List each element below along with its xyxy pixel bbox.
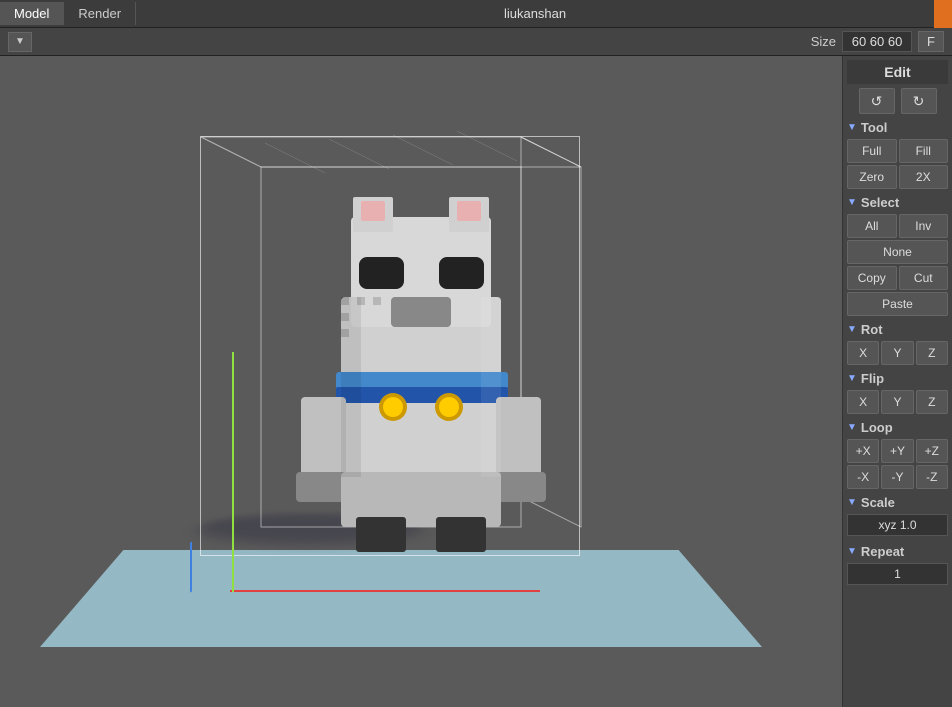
select-row-3: Copy Cut [847,266,948,290]
loop-row-2: -X -Y -Z [847,465,948,489]
redo-button[interactable]: ↻ [901,88,937,114]
right-panel: Edit ↺ ↻ ▼ Tool Full Fill Zero 2X ▼ Sele… [842,56,952,707]
select-section-header: ▼ Select [847,195,948,210]
repeat-section-header: ▼ Repeat [847,544,948,559]
sub-bar: ▼ Size 60 60 60 F [0,28,952,56]
loop-nx-button[interactable]: -X [847,465,879,489]
ground-plane [40,550,762,647]
rot-label: Rot [861,322,883,337]
tool-label: Tool [861,120,887,135]
dropdown-button[interactable]: ▼ [8,32,32,52]
tool-full-button[interactable]: Full [847,139,897,163]
select-inv-button[interactable]: Inv [899,214,949,238]
undo-button[interactable]: ↺ [859,88,895,114]
loop-ny-button[interactable]: -Y [881,465,913,489]
tool-2x-button[interactable]: 2X [899,165,949,189]
scale-triangle-icon: ▼ [847,497,857,508]
main-area: Edit ↺ ↻ ▼ Tool Full Fill Zero 2X ▼ Sele… [0,56,952,707]
loop-pz-button[interactable]: +Z [916,439,948,463]
flip-label: Flip [861,371,884,386]
axis-x [230,590,540,592]
scale-label: Scale [861,495,895,510]
loop-row-1: +X +Y +Z [847,439,948,463]
tool-fill-button[interactable]: Fill [899,139,949,163]
tool-section-header: ▼ Tool [847,120,948,135]
axis-y [232,352,234,592]
select-triangle-icon: ▼ [847,197,857,208]
rot-y-button[interactable]: Y [881,341,913,365]
select-row-1: All Inv [847,214,948,238]
flip-row: X Y Z [847,390,948,414]
undo-redo-row: ↺ ↻ [847,88,948,114]
edit-header: Edit [847,60,948,84]
flip-z-button[interactable]: Z [916,390,948,414]
flip-y-button[interactable]: Y [881,390,913,414]
rot-x-button[interactable]: X [847,341,879,365]
scale-input[interactable] [847,514,948,536]
top-bar: Model Render liukanshan [0,0,952,28]
select-none-button[interactable]: None [847,240,948,264]
scale-section-header: ▼ Scale [847,495,948,510]
repeat-triangle-icon: ▼ [847,546,857,557]
size-label: Size [811,34,836,49]
document-title: liukanshan [136,6,934,21]
voxel-svg [281,177,561,557]
size-value: 60 60 60 [842,31,912,52]
repeat-input[interactable] [847,563,948,585]
flip-triangle-icon: ▼ [847,373,857,384]
rot-row: X Y Z [847,341,948,365]
tool-zero-button[interactable]: Zero [847,165,897,189]
flip-section-header: ▼ Flip [847,371,948,386]
loop-py-button[interactable]: +Y [881,439,913,463]
rot-section-header: ▼ Rot [847,322,948,337]
loop-triangle-icon: ▼ [847,422,857,433]
voxel-model [281,177,561,557]
f-button[interactable]: F [918,31,944,52]
loop-px-button[interactable]: +X [847,439,879,463]
tool-row-1: Full Fill [847,139,948,163]
select-all-button[interactable]: All [847,214,897,238]
viewport[interactable] [0,56,842,707]
select-label: Select [861,195,899,210]
tab-model[interactable]: Model [0,2,64,25]
loop-section-header: ▼ Loop [847,420,948,435]
axis-z [190,541,192,592]
tool-triangle-icon: ▼ [847,122,857,133]
select-row-4: Paste [847,292,948,316]
select-paste-button[interactable]: Paste [847,292,948,316]
tab-render[interactable]: Render [64,2,136,25]
repeat-label: Repeat [861,544,904,559]
select-cut-button[interactable]: Cut [899,266,949,290]
select-row-2: None [847,240,948,264]
rot-z-button[interactable]: Z [916,341,948,365]
select-copy-button[interactable]: Copy [847,266,897,290]
tool-row-2: Zero 2X [847,165,948,189]
rot-triangle-icon: ▼ [847,324,857,335]
loop-nz-button[interactable]: -Z [916,465,948,489]
3d-scene [0,56,842,707]
flip-x-button[interactable]: X [847,390,879,414]
orange-indicator [934,0,952,28]
loop-label: Loop [861,420,893,435]
